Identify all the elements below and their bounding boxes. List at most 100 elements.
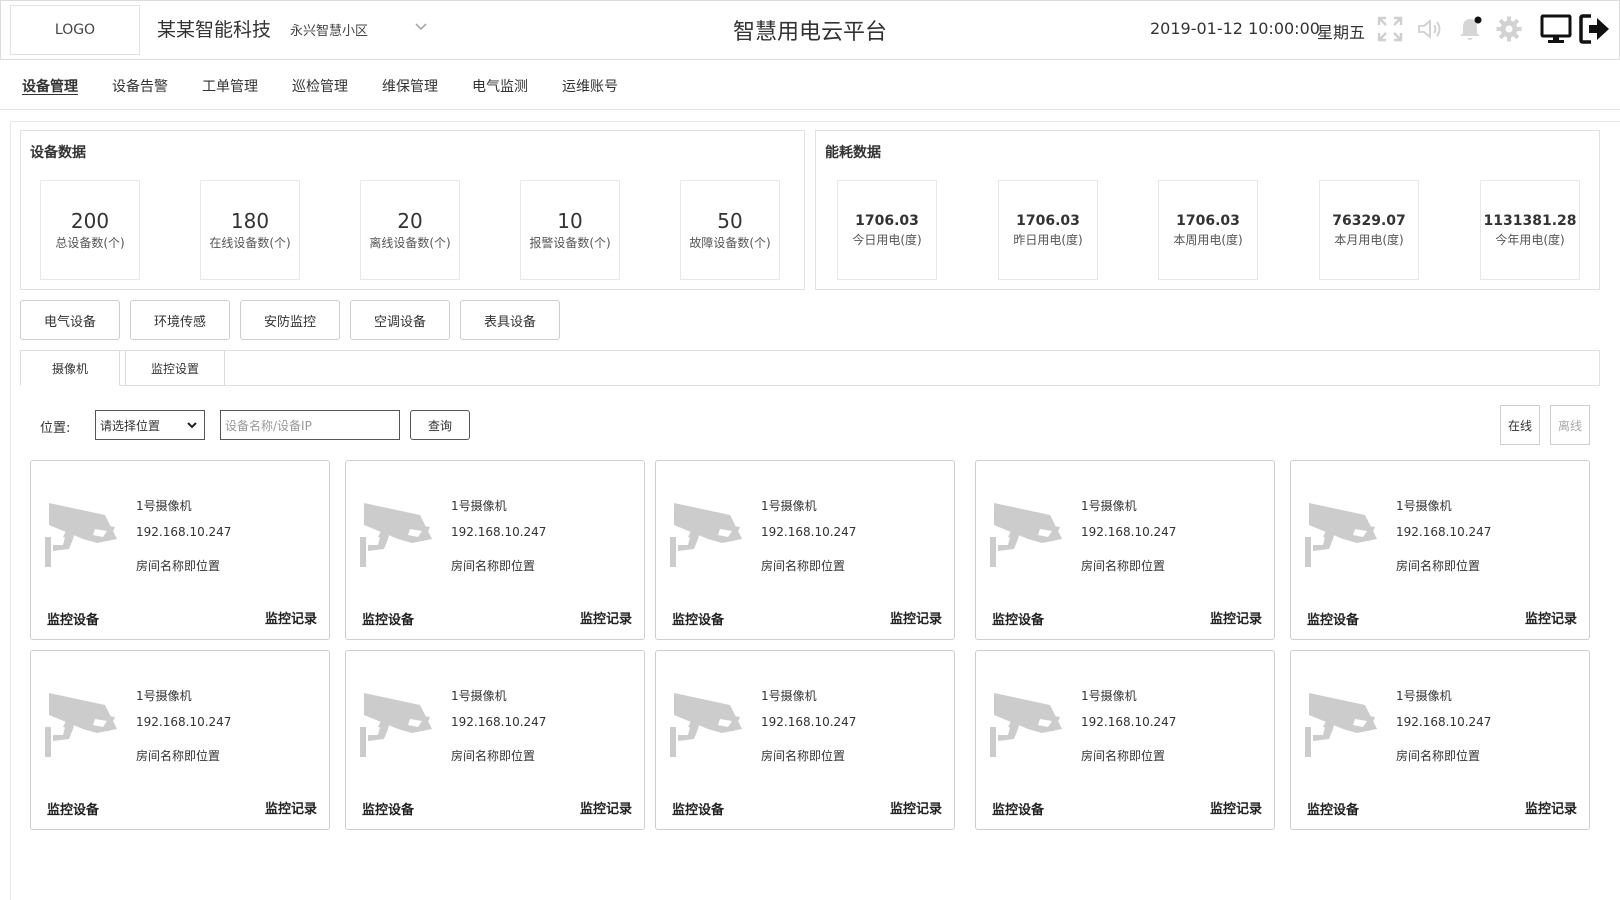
chevron-down-icon[interactable] <box>412 18 430 36</box>
monitor-device-link[interactable]: 监控设备 <box>362 799 414 818</box>
monitor-device-link[interactable]: 监控设备 <box>992 609 1044 628</box>
location-label: 位置: <box>40 421 71 436</box>
monitor-record-link[interactable]: 监控记录 <box>1525 608 1577 627</box>
camera-icon <box>1303 499 1377 567</box>
gear-icon[interactable] <box>1494 14 1524 44</box>
category-security-button[interactable]: 安防监控 <box>240 300 340 340</box>
camera-ip: 192.168.10.247 <box>1396 715 1492 729</box>
stat-today-usage: 1706.03 今日用电(度) <box>837 180 937 280</box>
monitor-record-link[interactable]: 监控记录 <box>580 798 632 817</box>
subtab-bar <box>20 350 1600 386</box>
device-data-title: 设备数据 <box>30 145 86 161</box>
camera-location: 房间名称即位置 <box>136 559 221 573</box>
monitor-device-link[interactable]: 监控设备 <box>992 799 1044 818</box>
nav-inspection[interactable]: 巡检管理 <box>292 76 348 96</box>
stat-week-usage: 1706.03 本周用电(度) <box>1158 180 1258 280</box>
nav-device-alarm[interactable]: 设备告警 <box>112 76 168 96</box>
category-electrical-button[interactable]: 电气设备 <box>20 300 120 340</box>
camera-card[interactable]: 1号摄像机 192.168.10.247 房间名称即位置 监控设备 监控记录 <box>975 650 1275 830</box>
stat-label: 离线设备数(个) <box>369 236 451 250</box>
stat-alarm-devices: 10 报警设备数(个) <box>520 180 620 280</box>
nav-ops-accounts[interactable]: 运维账号 <box>562 76 618 96</box>
stat-label: 昨日用电(度) <box>1013 233 1083 247</box>
camera-name: 1号摄像机 <box>761 499 817 513</box>
stat-yesterday-usage: 1706.03 昨日用电(度) <box>998 180 1098 280</box>
camera-card[interactable]: 1号摄像机 192.168.10.247 房间名称即位置 监控设备 监控记录 <box>1290 460 1590 640</box>
camera-icon <box>358 499 432 567</box>
monitor-device-link[interactable]: 监控设备 <box>672 609 724 628</box>
camera-icon <box>358 689 432 757</box>
camera-card[interactable]: 1号摄像机 192.168.10.247 房间名称即位置 监控设备 监控记录 <box>345 650 645 830</box>
community-selector[interactable]: 永兴智慧小区 <box>290 20 368 39</box>
camera-icon <box>668 689 742 757</box>
monitor-icon[interactable] <box>1539 12 1573 46</box>
monitor-record-link[interactable]: 监控记录 <box>890 798 942 817</box>
monitor-record-link[interactable]: 监控记录 <box>265 608 317 627</box>
category-environment-button[interactable]: 环境传感 <box>130 300 230 340</box>
stat-value: 1706.03 <box>855 213 919 229</box>
current-weekday: 星期五 <box>1317 23 1366 42</box>
monitor-record-link[interactable]: 监控记录 <box>1210 798 1262 817</box>
search-input[interactable]: 设备名称/设备IP <box>220 410 400 440</box>
monitor-device-link[interactable]: 监控设备 <box>1307 799 1359 818</box>
nav-maintenance[interactable]: 维保管理 <box>382 76 438 96</box>
location-select[interactable]: 请选择位置 <box>95 410 205 440</box>
query-button[interactable]: 查询 <box>410 410 470 440</box>
stat-value: 1706.03 <box>1016 213 1080 229</box>
camera-card[interactable]: 1号摄像机 192.168.10.247 房间名称即位置 监控设备 监控记录 <box>1290 650 1590 830</box>
camera-location: 房间名称即位置 <box>136 749 221 763</box>
stat-value: 50 <box>717 209 743 233</box>
camera-card[interactable]: 1号摄像机 192.168.10.247 房间名称即位置 监控设备 监控记录 <box>30 650 330 830</box>
monitor-device-link[interactable]: 监控设备 <box>1307 609 1359 628</box>
monitor-record-link[interactable]: 监控记录 <box>890 608 942 627</box>
camera-card[interactable]: 1号摄像机 192.168.10.247 房间名称即位置 监控设备 监控记录 <box>655 460 955 640</box>
stat-value: 1706.03 <box>1176 213 1240 229</box>
logout-icon[interactable] <box>1578 12 1612 46</box>
monitor-record-link[interactable]: 监控记录 <box>1525 798 1577 817</box>
stat-value: 10 <box>557 209 583 233</box>
camera-ip: 192.168.10.247 <box>451 525 547 539</box>
location-select-value: 请选择位置 <box>100 418 161 433</box>
chevron-down-icon <box>186 419 198 431</box>
monitor-device-link[interactable]: 监控设备 <box>362 609 414 628</box>
monitor-record-link[interactable]: 监控记录 <box>580 608 632 627</box>
company-name: 某某智能科技 <box>157 19 272 41</box>
tab-camera[interactable]: 摄像机 <box>20 350 120 386</box>
camera-card[interactable]: 1号摄像机 192.168.10.247 房间名称即位置 监控设备 监控记录 <box>345 460 645 640</box>
monitor-record-link[interactable]: 监控记录 <box>265 798 317 817</box>
camera-icon <box>43 499 117 567</box>
monitor-device-link[interactable]: 监控设备 <box>47 799 99 818</box>
stat-value: 200 <box>70 209 110 233</box>
camera-ip: 192.168.10.247 <box>761 525 857 539</box>
stat-fault-devices: 50 故障设备数(个) <box>680 180 780 280</box>
monitor-device-link[interactable]: 监控设备 <box>672 799 724 818</box>
camera-card[interactable]: 1号摄像机 192.168.10.247 房间名称即位置 监控设备 监控记录 <box>655 650 955 830</box>
camera-name: 1号摄像机 <box>1396 499 1452 513</box>
offline-filter-button[interactable]: 离线 <box>1550 405 1590 445</box>
stat-label: 本周用电(度) <box>1173 233 1243 247</box>
stat-value: 76329.07 <box>1332 213 1406 229</box>
camera-icon <box>1303 689 1377 757</box>
tab-monitor-settings[interactable]: 监控设置 <box>125 350 225 386</box>
camera-card[interactable]: 1号摄像机 192.168.10.247 房间名称即位置 监控设备 监控记录 <box>30 460 330 640</box>
category-meter-button[interactable]: 表具设备 <box>460 300 560 340</box>
camera-name: 1号摄像机 <box>761 689 817 703</box>
camera-location: 房间名称即位置 <box>1396 559 1481 573</box>
fullscreen-icon[interactable] <box>1375 14 1405 44</box>
volume-icon[interactable] <box>1414 14 1444 44</box>
online-filter-button[interactable]: 在线 <box>1500 405 1540 445</box>
stat-total-devices: 200 总设备数(个) <box>40 180 140 280</box>
stat-value: 20 <box>397 209 423 233</box>
bell-icon[interactable] <box>1455 14 1485 44</box>
camera-name: 1号摄像机 <box>1081 689 1137 703</box>
monitor-device-link[interactable]: 监控设备 <box>47 609 99 628</box>
camera-card[interactable]: 1号摄像机 192.168.10.247 房间名称即位置 监控设备 监控记录 <box>975 460 1275 640</box>
camera-name: 1号摄像机 <box>1081 499 1137 513</box>
nav-device-management[interactable]: 设备管理 <box>22 76 78 96</box>
stat-label: 故障设备数(个) <box>689 236 771 250</box>
nav-work-order[interactable]: 工单管理 <box>202 76 258 96</box>
stat-month-usage: 76329.07 本月用电(度) <box>1319 180 1419 280</box>
monitor-record-link[interactable]: 监控记录 <box>1210 608 1262 627</box>
nav-electrical-monitoring[interactable]: 电气监测 <box>472 76 528 96</box>
category-hvac-button[interactable]: 空调设备 <box>350 300 450 340</box>
